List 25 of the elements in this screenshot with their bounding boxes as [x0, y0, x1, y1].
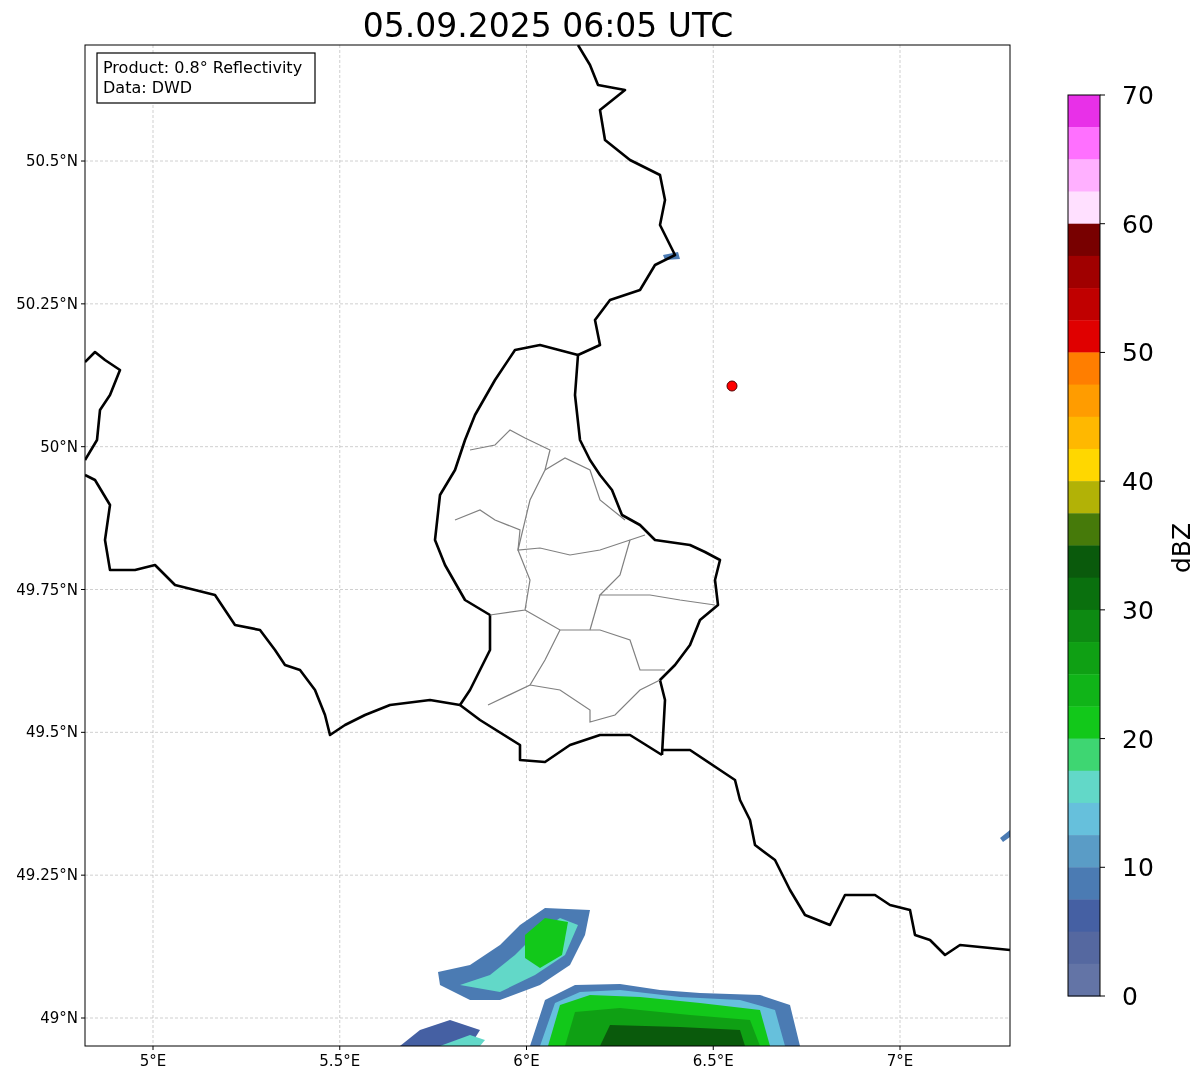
colorbar-tick-label: 60 [1122, 209, 1154, 239]
radar-site-marker [726, 380, 738, 392]
colorbar-tick-label: 20 [1122, 724, 1154, 754]
longitude-label: 5°E [139, 1052, 167, 1070]
colorbar-tick-label: 10 [1122, 853, 1154, 883]
info-text: Product: 0.8° Reflectivity [103, 58, 303, 77]
latitude-label: 49.75°N [16, 580, 78, 599]
colorbar-tick-label: 0 [1122, 982, 1138, 1011]
latitude-label: 50.5°N [25, 152, 78, 170]
colorbar-tick-label: 70 [1122, 81, 1154, 110]
longitude-label: 5.5°E [319, 1052, 361, 1070]
latitude-label: 49°N [40, 1009, 78, 1027]
latitude-label: 49.25°N [16, 866, 78, 885]
latitude-label: 50.25°N [16, 294, 78, 313]
chart-title: 05.09.2025 06:05 UTC [362, 6, 734, 45]
latitude-label: 50°N [40, 437, 78, 456]
colorbar-label: dBZ [1167, 522, 1196, 574]
longitude-label: 7°E [886, 1052, 914, 1070]
colorbar-tick-label: 50 [1122, 338, 1154, 368]
longitude-label: 6.5°E [692, 1052, 734, 1070]
colorbar-tick-label: 40 [1122, 467, 1154, 497]
colorbar-tick-label: 30 [1122, 595, 1154, 625]
longitude-label: 6°E [513, 1052, 540, 1070]
info-text: Data: DWD [103, 78, 193, 97]
latitude-label: 49.5°N [25, 723, 78, 742]
